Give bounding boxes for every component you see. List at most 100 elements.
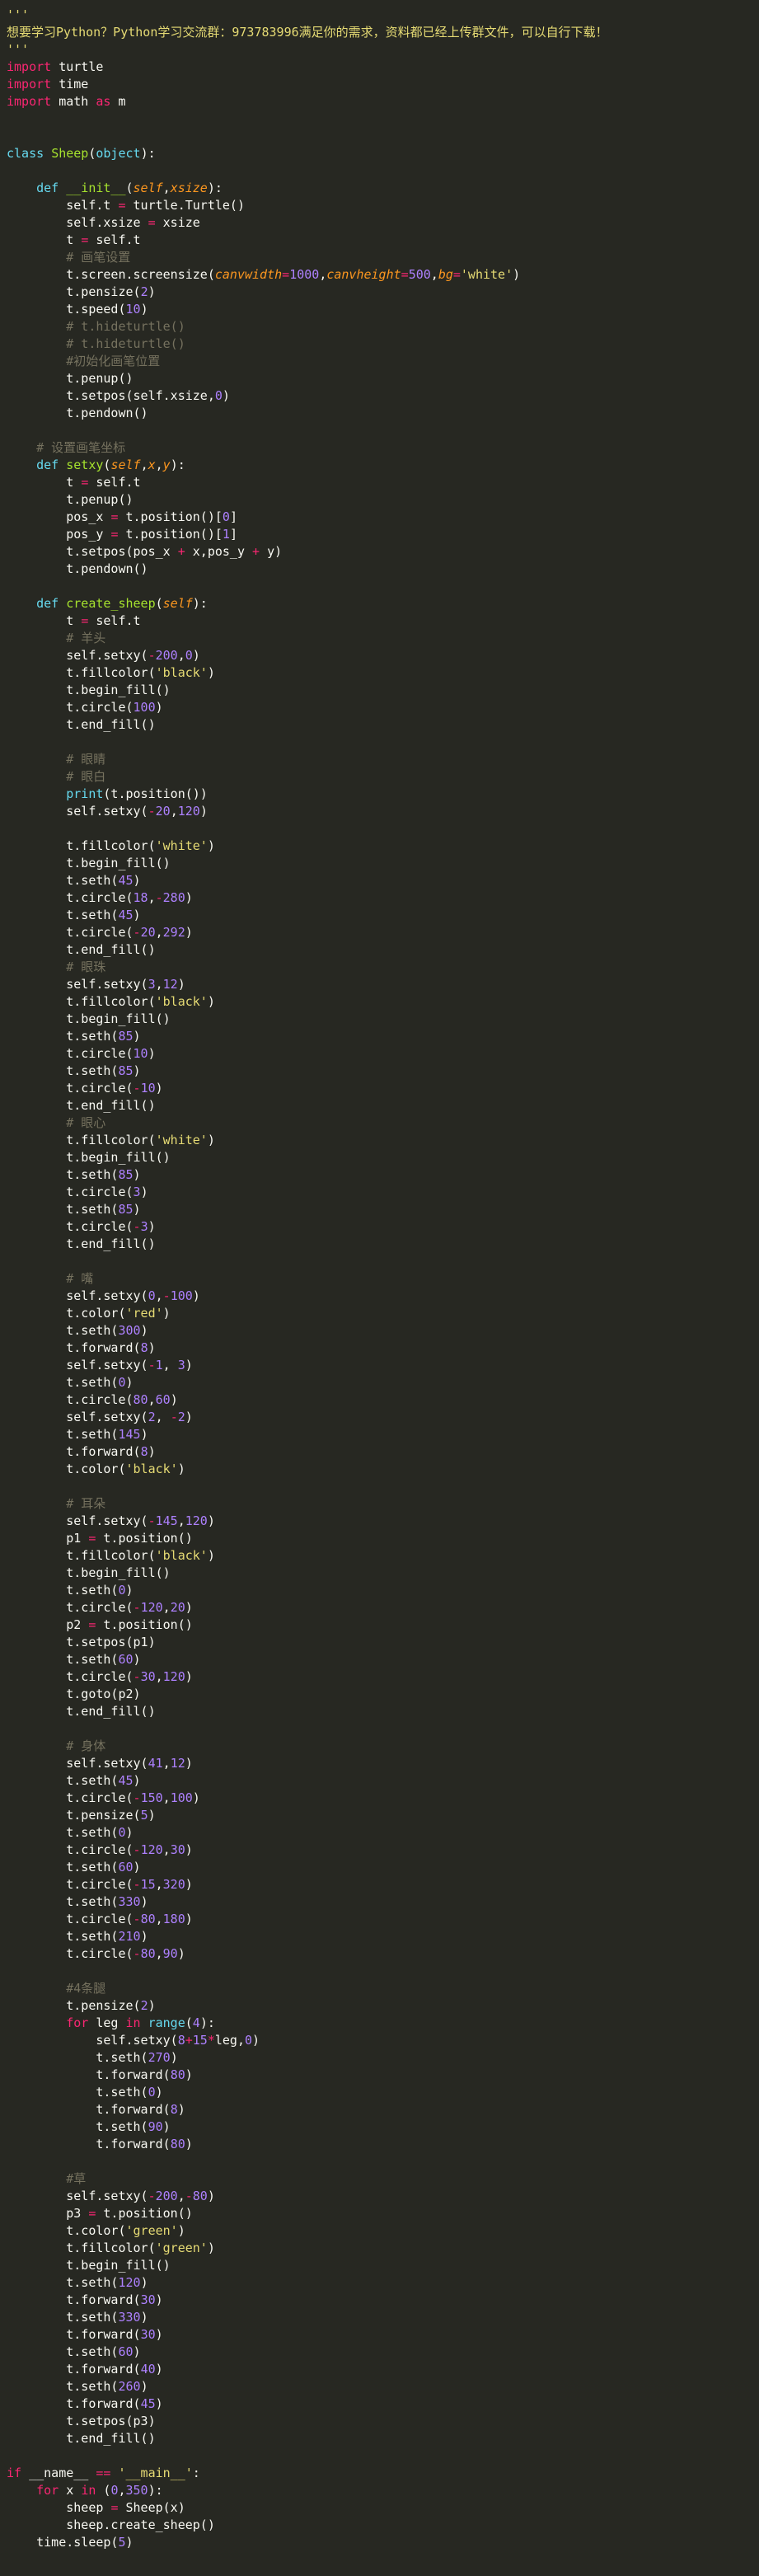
code-line: self.setxy(8+15*leg,0) (7, 2032, 752, 2049)
code-token: # 眼睛 (66, 752, 106, 767)
code-line: t.seth(45) (7, 907, 752, 924)
code-token: 'white' (155, 1133, 208, 1147)
code-line: self.t = turtle.Turtle() (7, 197, 752, 214)
code-token: y (162, 457, 171, 472)
code-editor[interactable]: ''' 想要学习Python？Python学习交流群：973783996满足你的需… (0, 0, 759, 2576)
code-token: ) (148, 1808, 156, 1823)
code-token: p3 (7, 2206, 89, 2221)
code-token: t.color( (7, 1462, 126, 1476)
code-line: self.setxy(-20,120) (7, 803, 752, 820)
code-line: time.sleep(5) (7, 2534, 752, 2551)
code-token: - (133, 1081, 141, 1096)
code-line: t.forward(8) (7, 1340, 752, 1357)
code-line: t.seth(85) (7, 1201, 752, 1218)
code-token: t.end_fill() (7, 942, 156, 957)
code-token: t.circle( (7, 1877, 134, 1892)
code-token: ) (252, 2033, 260, 2048)
code-token: ] (229, 509, 237, 524)
code-token: , (162, 1600, 171, 1615)
code-token: 5 (118, 2535, 126, 2550)
code-token: t.begin_fill() (7, 1150, 171, 1165)
code-token: 80 (170, 2067, 185, 2082)
code-token: 120 (177, 804, 200, 819)
code-line: t.pendown() (7, 405, 752, 422)
code-token: t.circle( (7, 1790, 134, 1805)
code-line: t.pensize(5) (7, 1807, 752, 1824)
code-token: ) (140, 1894, 148, 1909)
code-line: t.penup() (7, 370, 752, 387)
code-line: t.begin_fill() (7, 1011, 752, 1028)
code-token: 'black' (125, 1462, 178, 1476)
code-token: self.setxy( (7, 804, 148, 819)
code-token: math (51, 94, 96, 109)
code-token: x (148, 457, 156, 472)
code-token: ) (148, 1998, 156, 2013)
code-token: self (110, 457, 141, 472)
code-token: t.fillcolor( (7, 838, 156, 853)
code-token: ) (185, 925, 193, 940)
code-token: , (155, 1946, 163, 1961)
code-token: ) (185, 1877, 193, 1892)
code-token: ) (170, 1392, 178, 1407)
code-line: # 羊头 (7, 630, 752, 647)
code-token: t.forward( (7, 2137, 171, 2151)
code-token: , (155, 977, 163, 992)
code-token: , (177, 648, 185, 663)
code-token: - (148, 648, 156, 663)
code-token: turtle (51, 59, 104, 74)
code-line: t.fillcolor('green') (7, 2240, 752, 2257)
code-token: , (148, 1392, 156, 1407)
code-token: ) (125, 1583, 134, 1598)
code-token: class (7, 146, 45, 161)
code-token: ) (140, 1185, 148, 1199)
code-token: # 画笔设置 (66, 250, 131, 265)
code-token: , (162, 1842, 171, 1857)
code-token: t.seth( (7, 1825, 119, 1840)
code-token: - (148, 1513, 156, 1528)
code-line: # 设置画笔坐标 (7, 439, 752, 457)
code-token: ) (185, 1669, 193, 1684)
code-line: t.circle(-3) (7, 1218, 752, 1236)
code-token: ) (177, 1946, 185, 1961)
code-token: t.seth( (7, 1375, 119, 1390)
code-token: 120 (140, 1842, 163, 1857)
code-line: ''' (7, 7, 752, 24)
code-token: 100 (170, 1790, 193, 1805)
code-line: t.fillcolor('white') (7, 1132, 752, 1149)
code-token: 60 (118, 2344, 134, 2359)
code-token: - (133, 1842, 141, 1857)
code-token: t.circle( (7, 700, 134, 715)
code-line: t.setpos(pos_x + x,pos_y + y) (7, 543, 752, 561)
code-token: ) (125, 2535, 134, 2550)
code-token: 2 (140, 284, 148, 299)
code-token: t.pensize( (7, 1808, 141, 1823)
code-token: 3 (148, 977, 156, 992)
code-token: t.forward( (7, 1444, 141, 1459)
code-token: ) (140, 2275, 148, 2290)
code-line: t.setpos(p3) (7, 2413, 752, 2430)
code-line: t.circle(-150,100) (7, 1790, 752, 1807)
code-token: ) (155, 1081, 163, 1096)
code-token: 120 (140, 1600, 163, 1615)
code-token: - (133, 1790, 141, 1805)
code-token: ): (140, 146, 156, 161)
code-token: 85 (118, 1063, 134, 1078)
code-token: x,pos_y (185, 544, 253, 559)
code-token: - (133, 1912, 141, 1926)
code-token: leg (88, 2015, 126, 2030)
code-token: 45 (140, 2396, 156, 2411)
code-token: 10 (140, 1081, 156, 1096)
code-token: 3 (177, 1358, 185, 1372)
